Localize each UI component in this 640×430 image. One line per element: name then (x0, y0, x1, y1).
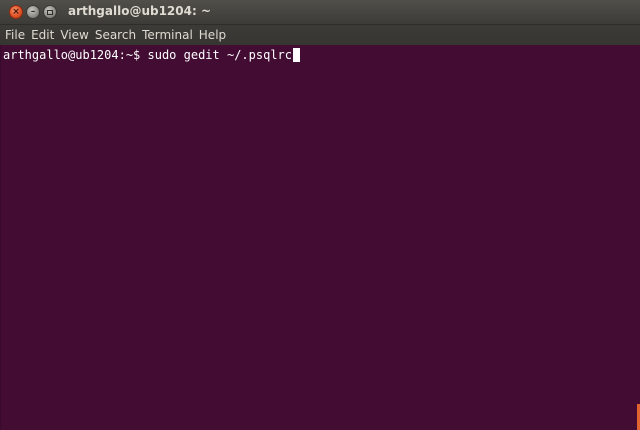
menu-terminal[interactable]: Terminal (139, 28, 196, 42)
shell-prompt: arthgallo@ub1204:~$ (3, 48, 148, 62)
minimize-button[interactable]: – (26, 5, 40, 19)
title-bar[interactable]: × – arthgallo@ub1204: ~ (0, 0, 640, 25)
menu-bar: File Edit View Search Terminal Help (0, 25, 640, 45)
terminal-window: × – arthgallo@ub1204: ~ File Edit View S… (0, 0, 640, 430)
menu-file[interactable]: File (0, 28, 28, 42)
minimize-icon: – (30, 6, 36, 17)
terminal-area[interactable]: arthgallo@ub1204:~$ sudo gedit ~/.psqlrc (0, 45, 640, 430)
menu-edit[interactable]: Edit (28, 28, 57, 42)
typed-command: sudo gedit ~/.psqlrc (147, 48, 293, 62)
terminal-line: arthgallo@ub1204:~$ sudo gedit ~/.psqlrc (3, 47, 300, 63)
menu-help[interactable]: Help (196, 28, 229, 42)
text-cursor (293, 48, 300, 62)
window-title: arthgallo@ub1204: ~ (68, 4, 212, 18)
close-button[interactable]: × (9, 5, 23, 19)
menu-view[interactable]: View (57, 28, 91, 42)
maximize-icon (47, 9, 53, 15)
maximize-button[interactable] (43, 5, 57, 19)
menu-search[interactable]: Search (92, 28, 139, 42)
close-icon: × (12, 6, 20, 17)
